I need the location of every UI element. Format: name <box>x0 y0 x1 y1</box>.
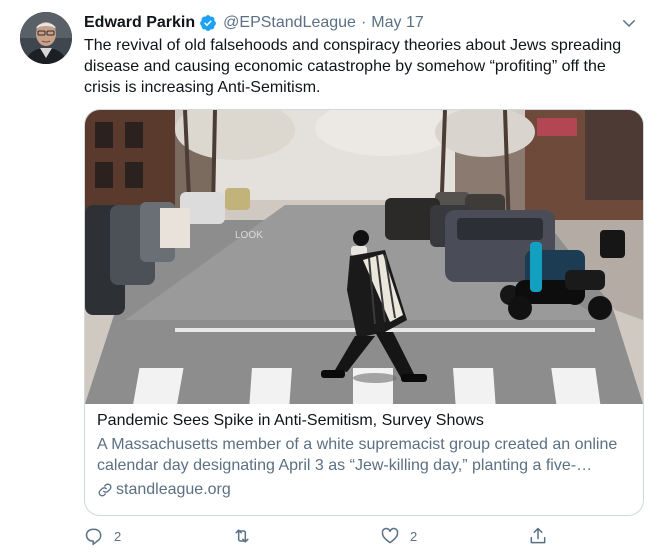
card-text: Pandemic Sees Spike in Anti-Semitism, Su… <box>97 411 633 500</box>
card-image[interactable]: LOOK <box>85 110 643 404</box>
tweet[interactable]: Edward Parkin @EPStandLeague · May 17 Th… <box>0 0 660 558</box>
retweet-icon <box>235 529 249 543</box>
avatar[interactable] <box>20 12 72 64</box>
tweet-date[interactable]: May 17 <box>371 14 423 32</box>
verified-badge-icon <box>200 15 217 31</box>
share-button[interactable] <box>528 526 548 546</box>
like-button[interactable]: 2 <box>380 526 417 546</box>
separator-dot: · <box>360 14 367 31</box>
card-domain: standleague.org <box>97 479 633 500</box>
link-card[interactable]: LOOK Pandemic Sees Spike in Anti-Semitis… <box>84 109 644 516</box>
tweet-header: Edward Parkin @EPStandLeague · May 17 <box>84 11 642 35</box>
reply-button[interactable]: 2 <box>84 526 121 546</box>
crosswalk-text: LOOK <box>235 230 263 241</box>
card-domain-text: standleague.org <box>116 481 231 498</box>
link-icon <box>98 483 112 496</box>
reply-icon <box>85 528 102 546</box>
reply-count: 2 <box>114 528 122 544</box>
author-handle[interactable]: @EPStandLeague <box>223 14 356 32</box>
tweet-actions: 2 2 <box>84 526 560 550</box>
share-icon <box>530 527 546 544</box>
author-name[interactable]: Edward Parkin <box>84 14 195 32</box>
chevron-down-icon[interactable] <box>620 14 638 32</box>
like-count: 2 <box>410 528 418 544</box>
retweet-button[interactable] <box>232 526 252 546</box>
heart-icon <box>381 527 399 544</box>
avatar-photo <box>20 12 72 64</box>
tweet-text: The revival of old falsehoods and conspi… <box>84 37 622 96</box>
card-description: A Massachusetts member of a white suprem… <box>97 436 618 474</box>
card-title[interactable]: Pandemic Sees Spike in Anti-Semitism, Su… <box>97 411 633 431</box>
